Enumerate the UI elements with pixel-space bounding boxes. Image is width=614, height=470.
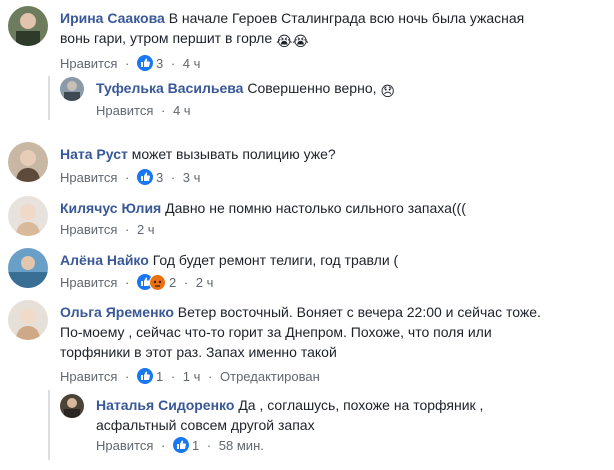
avatar[interactable]: [8, 300, 48, 340]
comment-time[interactable]: 2 ч: [196, 275, 214, 290]
like-button[interactable]: Нравится: [60, 56, 117, 71]
crying-emoji-icon: 😭😭: [276, 33, 309, 49]
comment-text-line-3: торфяники в этот раз. Запах именно такой: [60, 344, 337, 360]
avatar[interactable]: [60, 77, 84, 101]
avatar[interactable]: [8, 142, 48, 182]
like-reaction-icon[interactable]: [172, 437, 189, 453]
separator-dot: ·: [170, 170, 176, 185]
avatar[interactable]: [60, 394, 84, 418]
comment-text-line-2: асфальтный совсем другой запах: [96, 417, 315, 433]
separator-dot: ·: [170, 369, 176, 384]
separator-dot: ·: [170, 56, 176, 71]
like-reaction-icon[interactable]: [136, 368, 153, 384]
comment-text: В начале Героев Сталинграда всю ночь был…: [168, 10, 525, 26]
reaction-count[interactable]: 3: [156, 170, 163, 185]
reaction-count[interactable]: 1: [156, 369, 163, 384]
comment-author[interactable]: Наталья Сидоренко: [96, 397, 234, 413]
comment-time[interactable]: 1 ч: [183, 369, 201, 384]
comment-text-line-2: вонь гари, утром першит в горле: [60, 30, 273, 46]
like-button[interactable]: Нравится: [96, 438, 153, 453]
separator-dot: ·: [125, 369, 130, 384]
like-reaction-icon[interactable]: [136, 169, 153, 185]
like-button[interactable]: Нравится: [60, 275, 117, 290]
comment-author[interactable]: Ирина Саакова: [60, 10, 165, 26]
comment-author[interactable]: Ната Руст: [60, 146, 128, 162]
comment-text: Да , соглашусь, похоже на торфяник ,: [238, 397, 484, 413]
like-button[interactable]: Нравится: [60, 369, 117, 384]
separator-dot: ·: [208, 369, 213, 384]
comment-time[interactable]: 3 ч: [183, 170, 201, 185]
comment-text: Давно не помню настолько сильного запаха…: [165, 200, 466, 216]
comment-text: может вызывать полицию уже?: [131, 146, 336, 162]
sad-emoji-icon: 😞: [380, 83, 395, 99]
comment-time[interactable]: 2 ч: [137, 222, 155, 237]
separator-dot: ·: [206, 438, 212, 453]
like-button[interactable]: Нравится: [96, 103, 153, 118]
separator-dot: ·: [125, 56, 130, 71]
comment-time[interactable]: 4 ч: [183, 56, 201, 71]
edited-label[interactable]: Отредактирован: [220, 369, 320, 384]
separator-dot: ·: [183, 275, 189, 290]
comment-text: Совершенно верно,: [247, 80, 377, 96]
reaction-count[interactable]: 2: [169, 275, 176, 290]
comment-text: Ветер восточный. Воняет с вечера 22:00 и…: [177, 304, 541, 320]
separator-dot: ·: [125, 222, 130, 237]
comment-author[interactable]: Килячус Юлия: [60, 200, 161, 216]
separator-dot: ·: [125, 170, 130, 185]
avatar[interactable]: [8, 248, 48, 288]
comment-author[interactable]: Ольга Яременко: [60, 304, 174, 320]
like-reaction-icon[interactable]: [136, 55, 153, 71]
separator-dot: ·: [125, 275, 130, 290]
comment-time[interactable]: 58 мин.: [219, 438, 264, 453]
like-button[interactable]: Нравится: [60, 222, 117, 237]
separator-dot: ·: [161, 438, 166, 453]
reply-thread-line: [48, 390, 50, 460]
comment-author[interactable]: Туфелька Васильева: [96, 80, 243, 96]
reaction-count[interactable]: 1: [192, 438, 199, 453]
comment-text-line-2: По-моему , сейчас что-то горит за Днепро…: [60, 324, 492, 340]
separator-dot: ·: [161, 103, 166, 118]
comment-time[interactable]: 4 ч: [173, 103, 191, 118]
avatar[interactable]: [8, 6, 48, 46]
comment-author[interactable]: Алёна Найко: [60, 252, 149, 268]
reaction-count[interactable]: 3: [156, 56, 163, 71]
reply-thread-line: [48, 76, 50, 120]
comment-text: Год будет ремонт телиги, год травли (: [152, 252, 399, 268]
angry-reaction-icon[interactable]: [148, 274, 166, 291]
like-button[interactable]: Нравится: [60, 170, 117, 185]
avatar[interactable]: [8, 196, 48, 236]
